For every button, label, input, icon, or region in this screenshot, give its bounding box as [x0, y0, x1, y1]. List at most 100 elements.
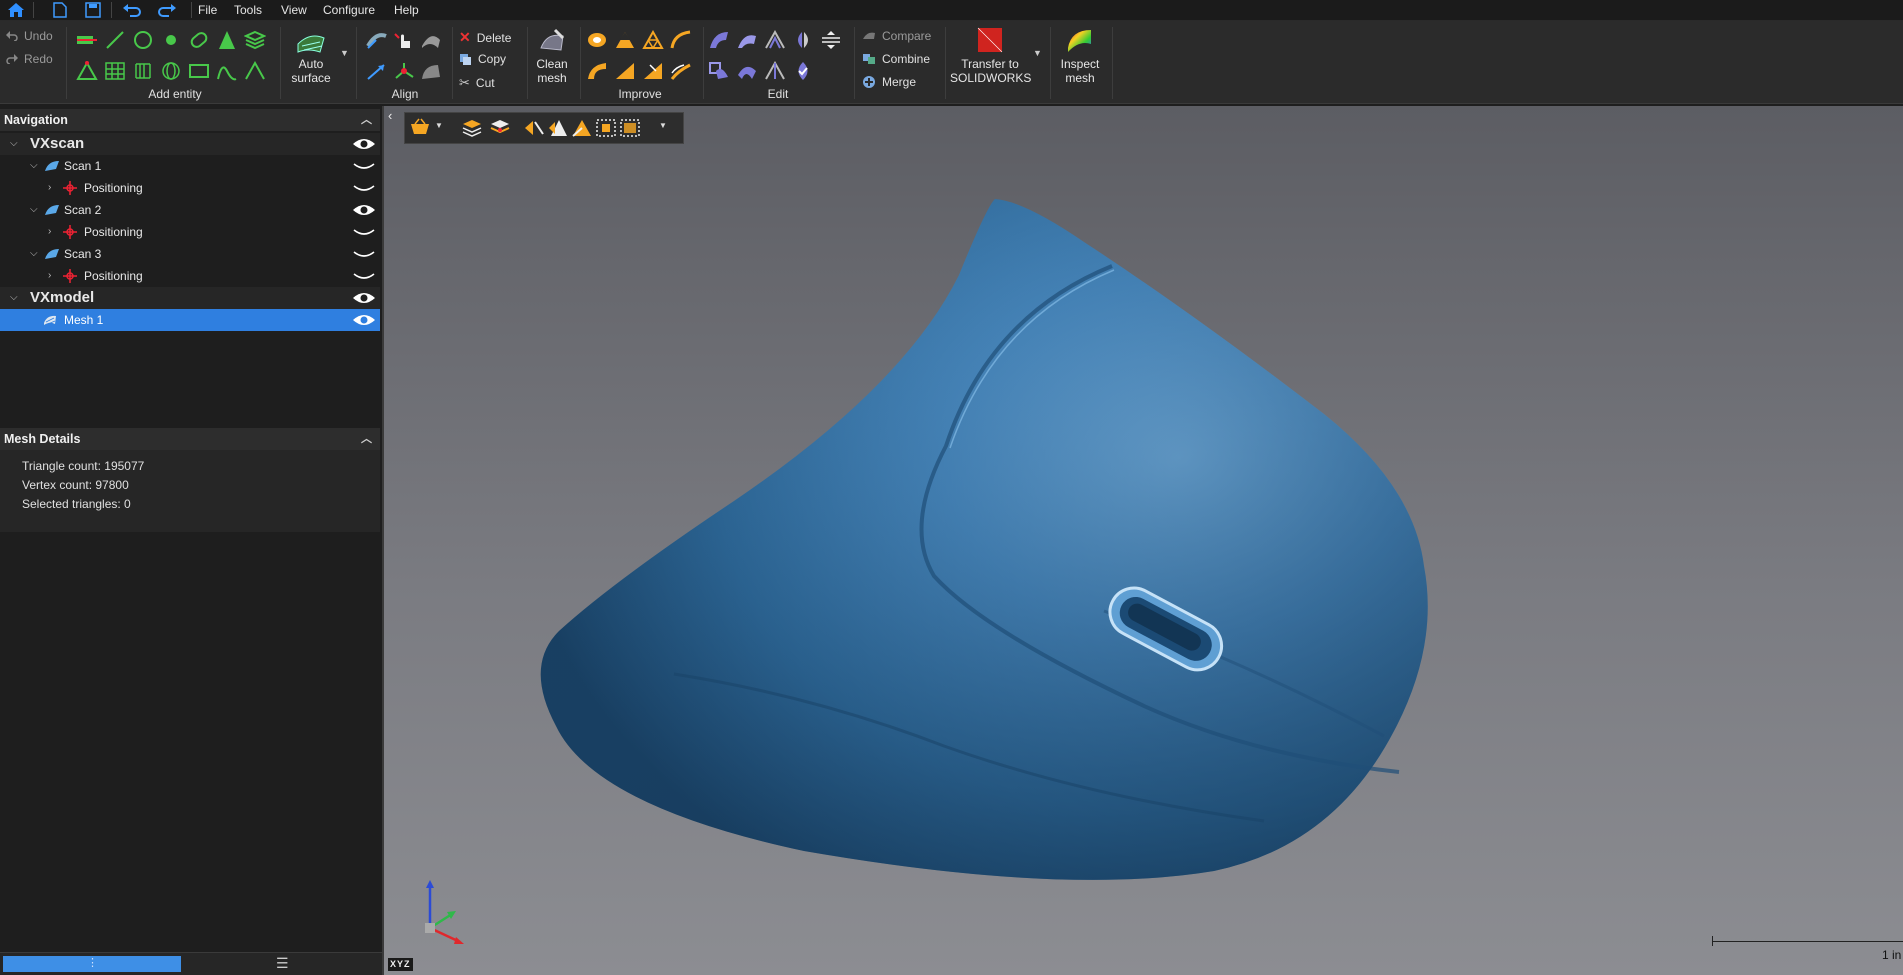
add-curve-icon[interactable]	[216, 61, 238, 81]
improve-fill-hole-icon[interactable]	[586, 30, 608, 50]
edit-offset-icon[interactable]	[736, 30, 758, 50]
add-triangle-icon[interactable]	[76, 61, 98, 81]
chevron-down-icon[interactable]: ⌵	[10, 133, 18, 155]
align-axes-icon[interactable]	[393, 61, 415, 81]
align-best-fit-icon[interactable]	[366, 30, 388, 50]
tree-item-scan-2[interactable]: ⌵ Scan 2	[0, 199, 380, 221]
menu-help[interactable]: Help	[394, 2, 419, 18]
chevron-down-icon[interactable]: ⌵	[10, 287, 18, 309]
align-vector-icon[interactable]	[366, 61, 388, 81]
edit-move-icon[interactable]	[820, 30, 842, 50]
tree-item-positioning-1[interactable]: › Positioning	[0, 177, 380, 199]
menu-configure[interactable]: Configure	[323, 2, 375, 18]
edit-split-icon[interactable]	[764, 61, 786, 81]
improve-subdivide-icon[interactable]	[642, 30, 664, 50]
eye-hidden-icon[interactable]	[352, 180, 376, 196]
add-rectangle-icon[interactable]	[188, 61, 210, 81]
compare-button[interactable]: Compare	[862, 29, 931, 43]
add-sphere-icon[interactable]	[160, 61, 182, 81]
eye-hidden-icon[interactable]	[352, 224, 376, 240]
tab-tree-view[interactable]: ⋮	[3, 956, 181, 972]
add-grid-icon[interactable]	[104, 61, 126, 81]
transfer-to-solidworks-button[interactable]: Transfer to SOLIDWORKS	[950, 26, 1031, 85]
add-slot-icon[interactable]	[188, 30, 210, 50]
cut-button[interactable]: ✂ Cut	[459, 75, 495, 91]
edit-mirror-icon[interactable]	[792, 30, 814, 50]
merge-button[interactable]: Merge	[862, 75, 916, 89]
improve-patch-icon[interactable]	[614, 61, 636, 81]
new-file-icon[interactable]	[50, 1, 70, 19]
mesh-3d-model[interactable]	[384, 106, 1903, 975]
chevron-right-icon[interactable]: ›	[48, 221, 51, 243]
add-point-icon[interactable]	[160, 30, 182, 50]
delete-button[interactable]: ✕ Delete	[459, 29, 511, 46]
redo-quick-icon[interactable]	[157, 1, 177, 19]
add-cone-icon[interactable]	[216, 30, 238, 50]
combine-button[interactable]: Combine	[862, 52, 930, 66]
transfer-label-1: Transfer to	[961, 57, 1019, 71]
eye-hidden-icon[interactable]	[352, 268, 376, 284]
align-surface-icon[interactable]	[420, 30, 442, 50]
clean-mesh-button[interactable]: Clean mesh	[532, 28, 572, 85]
undo-button[interactable]: Undo	[6, 29, 53, 43]
add-layers-icon[interactable]	[244, 30, 266, 50]
tree-item-positioning-3[interactable]: › Positioning	[0, 265, 380, 287]
auto-surface-button[interactable]: Auto surface	[286, 26, 336, 85]
tree-item-scan-3[interactable]: ⌵ Scan 3	[0, 243, 380, 265]
menu-view[interactable]: View	[281, 2, 307, 18]
improve-edge-icon[interactable]	[586, 61, 608, 81]
auto-surface-dropdown-icon[interactable]: ▼	[340, 48, 349, 58]
mesh-icon	[44, 315, 56, 325]
inspect-mesh-label-1: Inspect	[1060, 57, 1100, 71]
menu-file[interactable]: File	[198, 2, 217, 18]
align-hand-icon[interactable]	[393, 30, 415, 50]
add-polyline-icon[interactable]	[244, 61, 266, 81]
improve-smooth-icon[interactable]	[670, 30, 692, 50]
chevron-right-icon[interactable]: ›	[48, 177, 51, 199]
chevron-down-icon[interactable]: ⌵	[30, 199, 38, 221]
eye-visible-icon[interactable]	[352, 290, 376, 306]
tree-item-scan-1[interactable]: ⌵ Scan 1	[0, 155, 380, 177]
copy-button[interactable]: Copy	[459, 52, 506, 66]
vertex-count: Vertex count: 97800	[22, 478, 129, 492]
chevron-down-icon[interactable]: ⌵	[30, 243, 38, 265]
combine-label: Combine	[882, 52, 931, 66]
edit-boundary-icon[interactable]	[708, 61, 730, 81]
undo-quick-icon[interactable]	[122, 1, 142, 19]
edit-extrude-icon[interactable]	[708, 30, 730, 50]
tree-group-vxscan[interactable]: ⌵ VXscan	[0, 133, 380, 155]
list-view-icon[interactable]: ☰	[276, 955, 289, 972]
add-circle-icon[interactable]	[132, 30, 154, 50]
add-plane-line-icon[interactable]	[76, 30, 98, 50]
tree-group-vxmodel[interactable]: ⌵ VXmodel	[0, 287, 380, 309]
home-icon[interactable]	[6, 1, 26, 19]
eye-hidden-icon[interactable]	[352, 246, 376, 262]
scan-icon	[45, 205, 59, 215]
improve-sharpen-icon[interactable]	[670, 61, 692, 81]
3d-viewport[interactable]: ‹ ▼ ▼ XYZ 1 in	[384, 106, 1903, 975]
save-icon[interactable]	[83, 1, 103, 19]
edit-bend-icon[interactable]	[736, 61, 758, 81]
tree-item-mesh-1[interactable]: Mesh 1	[0, 309, 380, 331]
eye-visible-icon[interactable]	[352, 136, 376, 152]
navigation-collapse-icon[interactable]: ︿	[361, 109, 372, 131]
improve-bridge-icon[interactable]	[642, 61, 664, 81]
chevron-down-icon[interactable]: ⌵	[30, 155, 38, 177]
panel-bottom-tabs: ⋮ ☰	[0, 952, 382, 975]
align-shape-icon[interactable]	[420, 61, 442, 81]
eye-visible-icon[interactable]	[352, 202, 376, 218]
add-cylinder-icon[interactable]	[132, 61, 154, 81]
edit-cut-plane-icon[interactable]	[764, 30, 786, 50]
inspect-mesh-button[interactable]: Inspect mesh	[1056, 26, 1104, 85]
eye-hidden-icon[interactable]	[352, 158, 376, 174]
mesh-details-collapse-icon[interactable]: ︿	[361, 428, 372, 450]
edit-validate-icon[interactable]	[792, 61, 814, 81]
tree-item-positioning-2[interactable]: › Positioning	[0, 221, 380, 243]
improve-decimate-icon[interactable]	[614, 30, 636, 50]
redo-button[interactable]: Redo	[6, 52, 53, 66]
transfer-dropdown-icon[interactable]: ▼	[1033, 48, 1042, 58]
add-line-icon[interactable]	[104, 30, 126, 50]
eye-visible-icon[interactable]	[352, 312, 376, 328]
chevron-right-icon[interactable]: ›	[48, 265, 51, 287]
menu-tools[interactable]: Tools	[234, 2, 262, 18]
